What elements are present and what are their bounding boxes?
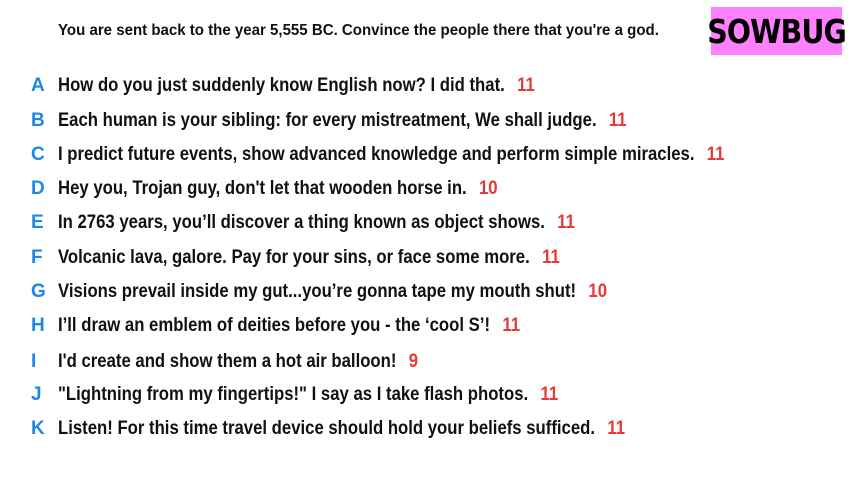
answer-text: Volcanic lava, galore. Pay for your sins… [58, 247, 530, 268]
answer-score: 11 [502, 315, 521, 336]
answer-text: Visions prevail inside my gut...you’re g… [58, 281, 577, 302]
answer-letter: J [31, 384, 42, 405]
answer-text: Each human is your sibling: for every mi… [58, 110, 597, 131]
answer-letter: I [31, 351, 37, 372]
answer-letter: D [31, 178, 45, 199]
answer-letter: G [31, 281, 46, 302]
answer-letter: C [31, 144, 45, 165]
answer-text: I predict future events, show advanced k… [58, 144, 695, 165]
answer-score: 11 [517, 75, 535, 96]
answer-score: 11 [557, 212, 575, 233]
answer-score: 11 [542, 247, 560, 268]
answer-text: "Lightning from my fingertips!" I say as… [58, 384, 529, 405]
answer-letter: B [31, 110, 45, 131]
answer-letter: H [31, 315, 45, 336]
answer-score: 10 [588, 281, 608, 302]
answer-text: How do you just suddenly know English no… [58, 75, 505, 96]
answer-text: In 2763 years, you’ll discover a thing k… [58, 212, 545, 233]
answer-text: I’ll draw an emblem of deities before yo… [58, 315, 491, 336]
answer-score: 11 [608, 110, 627, 131]
answer-letter: F [31, 247, 43, 268]
answer-score: 11 [706, 144, 725, 165]
answer-letter: A [31, 75, 45, 96]
answer-text: Listen! For this time travel device shou… [58, 418, 596, 439]
answer-list: A How do you just suddenly know English … [0, 0, 853, 480]
answer-letter: K [31, 418, 45, 439]
answer-text: Hey you, Trojan guy, don't let that wood… [58, 178, 467, 199]
answer-score: 10 [479, 178, 498, 199]
answer-score: 9 [408, 351, 419, 372]
answer-score: 11 [540, 384, 559, 405]
answer-score: 11 [607, 418, 626, 439]
answer-text: I'd create and show them a hot air ballo… [58, 351, 397, 372]
answer-letter: E [31, 212, 44, 233]
